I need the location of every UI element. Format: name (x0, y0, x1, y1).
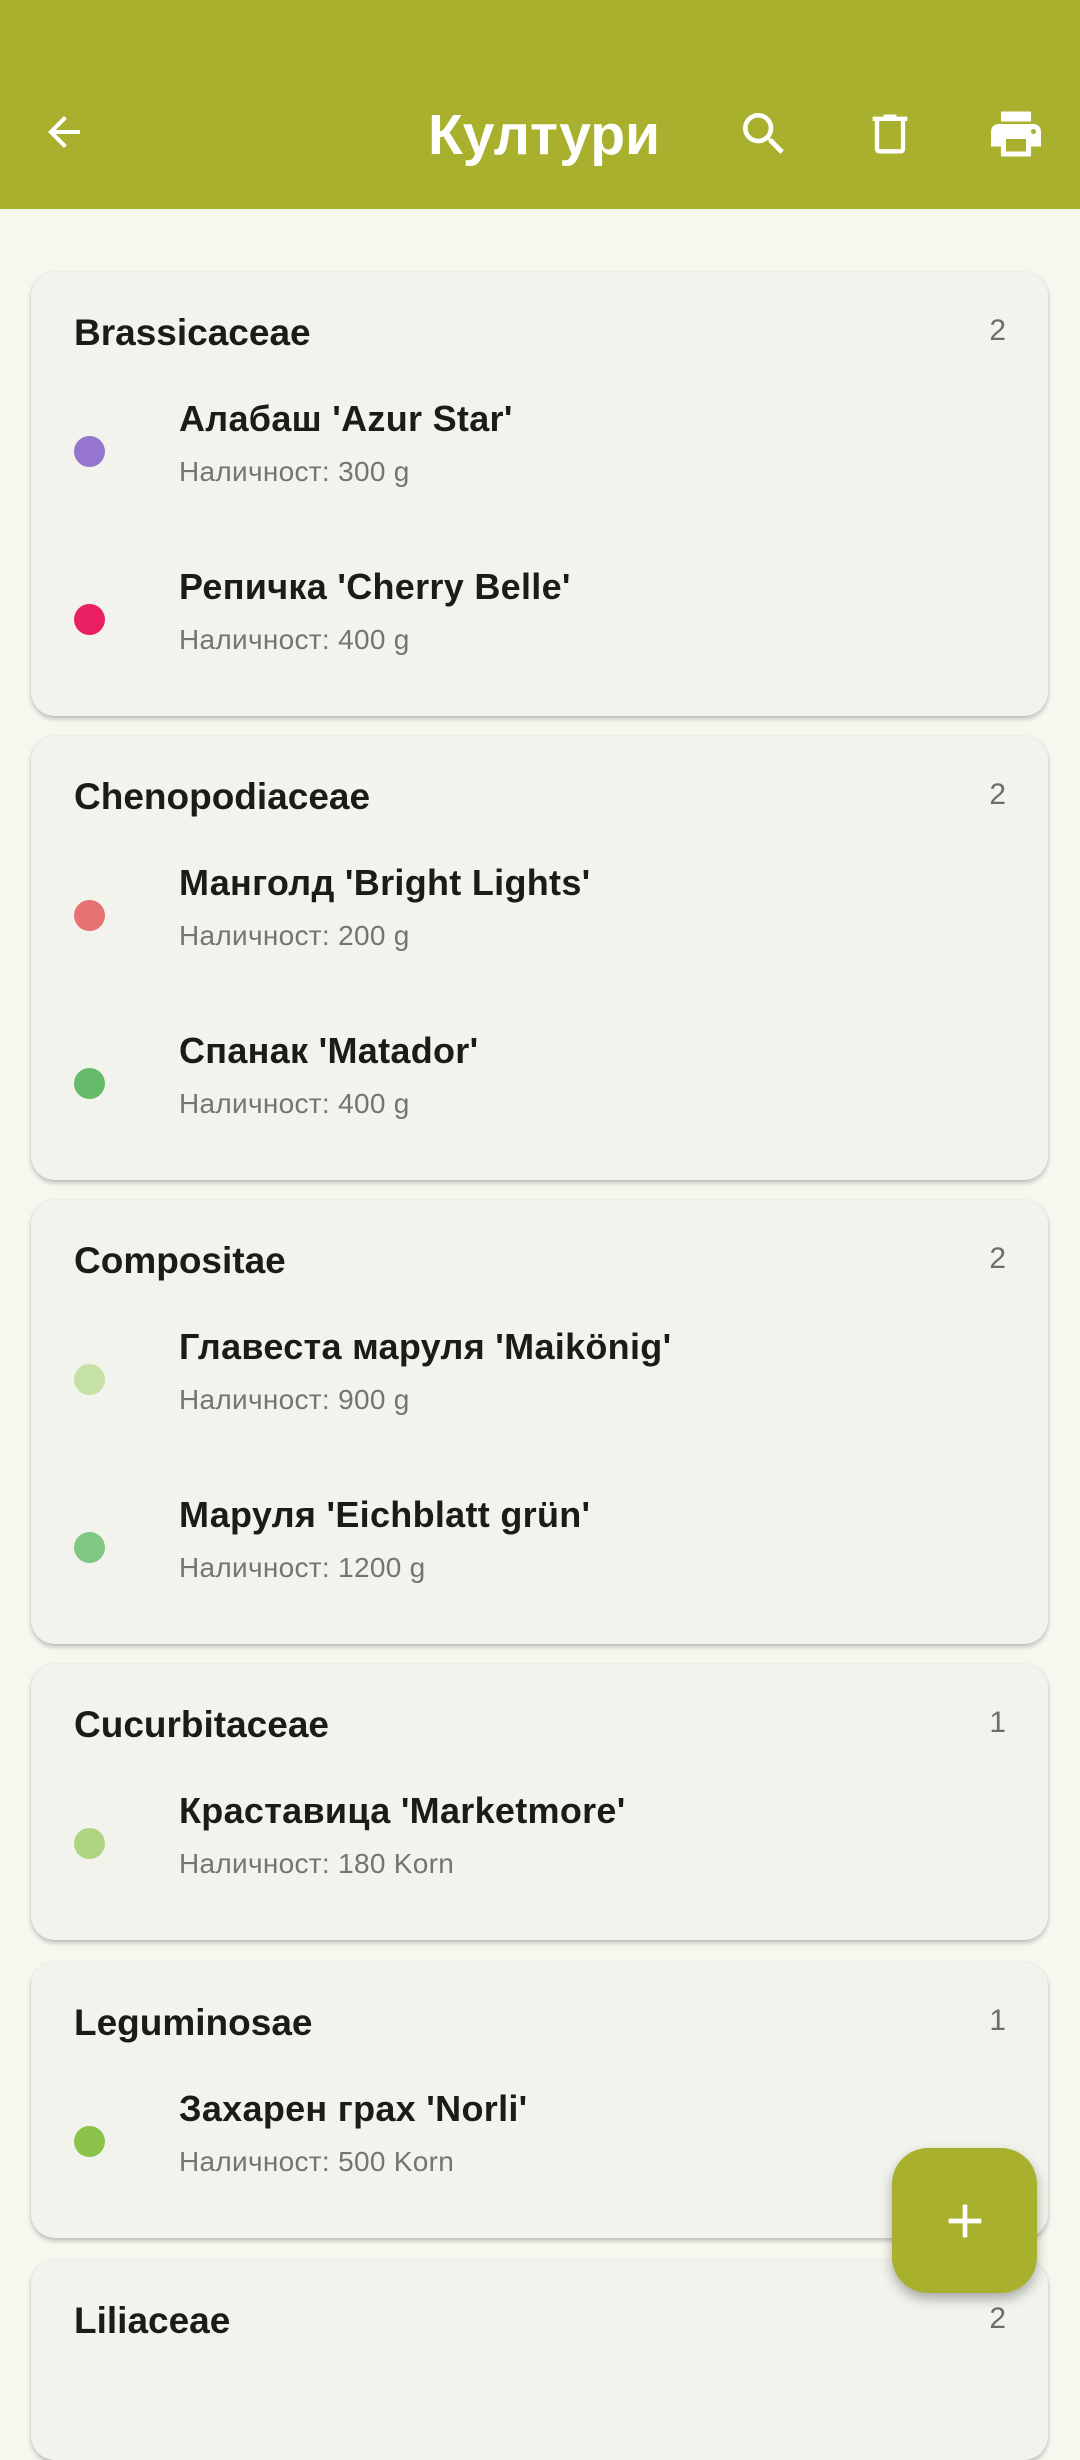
crop-color-dot (74, 2126, 105, 2157)
crop-item[interactable]: Репичка 'Cherry Belle' Наличност: 400 g (31, 556, 1048, 706)
family-count: 2 (989, 314, 1006, 347)
crop-color-dot (74, 604, 105, 635)
crop-item[interactable]: Краставица 'Marketmore' Наличност: 180 K… (31, 1780, 1048, 1930)
family-title: Liliaceae (74, 2300, 231, 2341)
crop-name: Захарен грах 'Norli' (179, 2088, 528, 2129)
crop-name: Главеста маруля 'Maikönig' (179, 1326, 672, 1367)
crop-stock: Наличност: 400 g (179, 1088, 410, 1119)
crop-stock: Наличност: 400 g (179, 624, 410, 655)
family-card: Cucurbitaceae 1 Краставица 'Marketmore' … (31, 1664, 1048, 1940)
back-button[interactable] (34, 102, 94, 162)
family-title: Chenopodiaceae (74, 776, 371, 817)
print-icon (991, 111, 1041, 157)
family-title: Cucurbitaceae (74, 1704, 329, 1745)
crop-name: Маруля 'Eichblatt grün' (179, 1494, 591, 1535)
family-count: 2 (989, 778, 1006, 811)
crop-stock: Наличност: 300 g (179, 456, 410, 487)
crop-item[interactable]: Алабаш 'Azur Star' Наличност: 300 g (31, 388, 1048, 538)
crop-color-dot (74, 1364, 105, 1395)
family-title: Brassicaceae (74, 312, 311, 353)
arrow-back-icon (48, 116, 80, 148)
crop-name: Манголд 'Bright Lights' (179, 862, 591, 903)
crop-color-dot (74, 1532, 105, 1563)
crop-color-dot (74, 1828, 105, 1859)
print-button[interactable] (984, 102, 1048, 166)
crop-stock: Наличност: 180 Korn (179, 1848, 455, 1879)
family-title: Leguminosae (74, 2002, 313, 2043)
crop-stock: Наличност: 900 g (179, 1384, 410, 1415)
family-card: Compositae 2 Главеста маруля 'Maikönig' … (31, 1200, 1048, 1644)
crop-name: Алабаш 'Azur Star' (179, 398, 513, 439)
family-card: Brassicaceae 2 Алабаш 'Azur Star' Наличн… (31, 272, 1048, 716)
family-count: 2 (989, 2302, 1006, 2335)
trash-icon (872, 114, 908, 154)
family-count: 1 (989, 2004, 1006, 2037)
page-title: Култури (428, 103, 661, 167)
crop-name: Спанак 'Matador' (179, 1030, 479, 1071)
family-count: 1 (989, 1706, 1006, 1739)
crop-name: Краставица 'Marketmore' (179, 1790, 626, 1831)
search-icon (743, 113, 784, 154)
family-card: Chenopodiaceae 2 Манголд 'Bright Lights'… (31, 736, 1048, 1180)
delete-button[interactable] (858, 102, 922, 166)
add-crop-button[interactable] (892, 2148, 1037, 2293)
crop-item[interactable]: Маруля 'Eichblatt grün' Наличност: 1200 … (31, 1484, 1048, 1634)
crop-color-dot (74, 1068, 105, 1099)
family-count: 2 (989, 1242, 1006, 1275)
family-card: Liliaceae 2 (31, 2260, 1048, 2460)
app-bar: Култури (0, 0, 1080, 209)
crop-item[interactable]: Манголд 'Bright Lights' Наличност: 200 g (31, 852, 1048, 1002)
crop-name: Репичка 'Cherry Belle' (179, 566, 571, 607)
family-title: Compositae (74, 1240, 286, 1281)
crop-color-dot (74, 900, 105, 931)
crop-color-dot (74, 436, 105, 467)
plus-icon (948, 2204, 981, 2237)
crop-stock: Наличност: 500 Korn (179, 2146, 455, 2177)
crop-stock: Наличност: 1200 g (179, 1552, 426, 1583)
crop-item[interactable]: Главеста маруля 'Maikönig' Наличност: 90… (31, 1316, 1048, 1466)
crop-stock: Наличност: 200 g (179, 920, 410, 951)
search-button[interactable] (732, 102, 796, 166)
crop-item[interactable]: Спанак 'Matador' Наличност: 400 g (31, 1020, 1048, 1170)
